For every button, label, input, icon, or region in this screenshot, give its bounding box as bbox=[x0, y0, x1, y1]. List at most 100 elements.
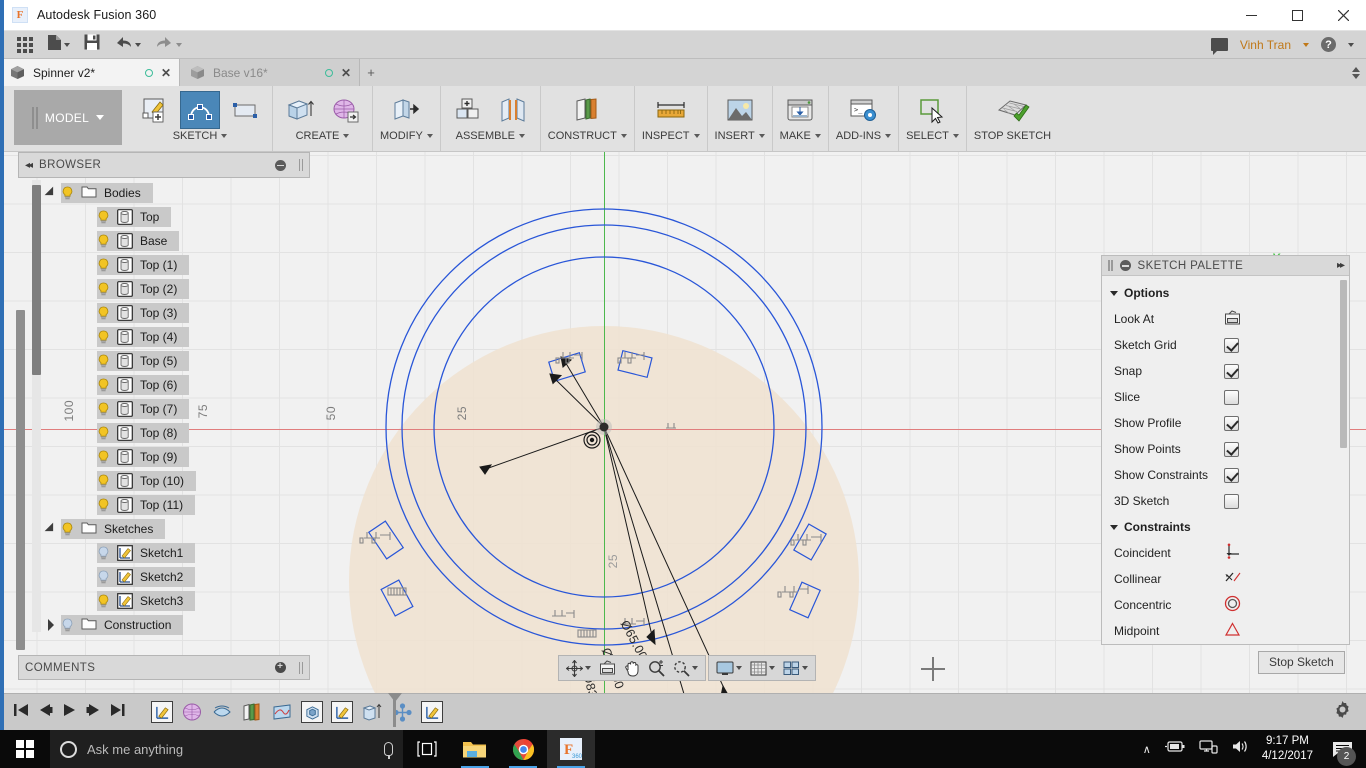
lightbulb-off-icon[interactable] bbox=[97, 570, 110, 585]
chrome-icon[interactable] bbox=[499, 730, 547, 768]
press-pull-icon[interactable] bbox=[386, 91, 426, 129]
lightbulb-on-icon[interactable] bbox=[61, 522, 74, 537]
browser-node-top-5[interactable]: Top (5) bbox=[90, 350, 190, 372]
gear-icon[interactable] bbox=[1333, 700, 1352, 724]
sketch-feature-icon-3[interactable] bbox=[421, 701, 443, 723]
browser-node-row[interactable]: Top bbox=[97, 207, 172, 227]
checkbox-checked[interactable] bbox=[1224, 337, 1239, 353]
ribbon-group-label[interactable]: ADD-INS bbox=[836, 130, 892, 142]
extrude-feature-icon[interactable] bbox=[361, 701, 383, 723]
midpoint-icon[interactable] bbox=[1224, 621, 1241, 641]
microphone-icon[interactable] bbox=[384, 742, 393, 759]
browser-node-row[interactable]: Top (6) bbox=[97, 375, 190, 395]
lightbulb-on-icon[interactable] bbox=[97, 378, 110, 393]
viewports-icon[interactable] bbox=[779, 657, 812, 679]
palette-row-show-points[interactable]: Show Points bbox=[1102, 436, 1349, 462]
chevron-down-icon[interactable] bbox=[585, 666, 591, 670]
zoom-icon[interactable] bbox=[644, 657, 669, 679]
file-explorer-icon[interactable] bbox=[451, 730, 499, 768]
lightbulb-on-icon[interactable] bbox=[97, 258, 110, 273]
close-button[interactable] bbox=[1320, 0, 1366, 31]
chevron-down-icon[interactable] bbox=[692, 666, 698, 670]
browser-node-row[interactable]: Bodies bbox=[61, 183, 153, 203]
browser-node-row[interactable]: Top (10) bbox=[97, 471, 197, 491]
orbit-icon[interactable] bbox=[562, 657, 595, 679]
lightbulb-on-icon[interactable] bbox=[97, 354, 110, 369]
create-sketch-icon[interactable] bbox=[135, 91, 175, 129]
ribbon-group-label[interactable]: SKETCH bbox=[173, 130, 228, 142]
play-icon[interactable] bbox=[62, 703, 77, 722]
minimize-icon[interactable] bbox=[274, 159, 286, 171]
browser-node-top-7[interactable]: Top (7) bbox=[90, 398, 190, 420]
minimize-icon[interactable] bbox=[1119, 260, 1131, 271]
step-forward-icon[interactable] bbox=[86, 703, 101, 722]
expand-right-icon[interactable]: ▸▸ bbox=[1337, 260, 1345, 271]
3d-print-icon[interactable] bbox=[780, 91, 820, 129]
shell-feature-icon[interactable] bbox=[301, 701, 323, 723]
chevron-down-icon[interactable] bbox=[802, 666, 808, 670]
browser-node-row[interactable]: Top (8) bbox=[97, 423, 190, 443]
lightbulb-off-icon[interactable] bbox=[97, 546, 110, 561]
coincident-icon[interactable] bbox=[1224, 543, 1241, 563]
palette-scrollbar-thumb[interactable] bbox=[1340, 280, 1347, 448]
collapse-left-icon[interactable]: ◂◂ bbox=[25, 160, 33, 171]
save-button[interactable] bbox=[79, 33, 105, 57]
show-hidden-icons[interactable]: ∧ bbox=[1143, 743, 1151, 756]
lightbulb-on-icon[interactable] bbox=[97, 330, 110, 345]
stop-sketch-button[interactable]: Stop Sketch bbox=[1258, 651, 1345, 674]
lightbulb-on-icon[interactable] bbox=[97, 594, 110, 609]
checkbox-checked[interactable] bbox=[1224, 467, 1239, 483]
fit-icon[interactable] bbox=[669, 657, 702, 679]
browser-node-sketches[interactable]: Sketches bbox=[44, 518, 166, 540]
checkbox-checked[interactable] bbox=[1224, 415, 1239, 431]
tab-base-v16[interactable]: Base v16* ✕ bbox=[180, 59, 360, 86]
volume-icon[interactable] bbox=[1231, 739, 1249, 759]
minimize-button[interactable] bbox=[1228, 0, 1274, 31]
browser-node-sketch2[interactable]: Sketch2 bbox=[90, 566, 196, 588]
pan-icon[interactable] bbox=[620, 657, 644, 679]
browser-node-row[interactable]: Sketch3 bbox=[97, 591, 196, 611]
comments-panel-header[interactable]: COMMENTS + bbox=[18, 655, 310, 680]
sketch-feature-icon-2[interactable] bbox=[331, 701, 353, 723]
rectangle-icon[interactable] bbox=[225, 91, 265, 129]
revolve-feature-icon[interactable] bbox=[211, 701, 233, 723]
action-center-icon[interactable]: 2 bbox=[1326, 730, 1358, 768]
look-at-icon[interactable] bbox=[1224, 309, 1241, 329]
drag-handle-icon[interactable] bbox=[1108, 260, 1113, 271]
lightbulb-on-icon[interactable] bbox=[97, 450, 110, 465]
add-comment-icon[interactable]: + bbox=[274, 662, 286, 673]
twisty-open-icon[interactable] bbox=[44, 186, 58, 200]
chevron-down-icon[interactable] bbox=[769, 666, 775, 670]
palette-row-snap[interactable]: Snap bbox=[1102, 358, 1349, 384]
browser-node-row[interactable]: Construction bbox=[61, 615, 184, 635]
ribbon-group-label[interactable]: CREATE bbox=[296, 130, 350, 142]
extrude-icon[interactable] bbox=[280, 91, 320, 129]
ribbon-group-stop-sketch[interactable]: STOP SKETCH bbox=[967, 86, 1058, 151]
lightbulb-on-icon[interactable] bbox=[61, 186, 74, 201]
browser-node-row[interactable]: Top (7) bbox=[97, 399, 190, 419]
palette-row-coincident[interactable]: Coincident bbox=[1102, 540, 1349, 566]
start-button[interactable] bbox=[0, 730, 50, 768]
browser-node-row[interactable]: Sketch2 bbox=[97, 567, 196, 587]
palette-row-slice[interactable]: Slice bbox=[1102, 384, 1349, 410]
chevron-down-icon[interactable] bbox=[1303, 42, 1309, 47]
lightbulb-on-icon[interactable] bbox=[97, 498, 110, 513]
grid-snaps-icon[interactable] bbox=[746, 657, 779, 679]
lightbulb-on-icon[interactable] bbox=[97, 474, 110, 489]
display-settings-icon[interactable] bbox=[712, 657, 746, 679]
browser-node-base[interactable]: Base bbox=[90, 230, 180, 252]
close-icon[interactable]: ✕ bbox=[161, 67, 171, 79]
chevron-down-icon[interactable] bbox=[1352, 73, 1360, 79]
browser-node-top-6[interactable]: Top (6) bbox=[90, 374, 190, 396]
browser-node-top-3[interactable]: Top (3) bbox=[90, 302, 190, 324]
go-to-beginning-icon[interactable] bbox=[14, 703, 29, 722]
browser-node-construction[interactable]: Construction bbox=[48, 614, 184, 636]
undo-button[interactable] bbox=[109, 33, 146, 57]
browser-node-row[interactable]: Sketches bbox=[61, 519, 166, 539]
checkbox-unchecked[interactable] bbox=[1224, 389, 1239, 405]
browser-node-bodies[interactable]: Bodies bbox=[44, 182, 153, 204]
lightbulb-on-icon[interactable] bbox=[97, 234, 110, 249]
tabbar-scroll-arrows[interactable] bbox=[1352, 59, 1366, 86]
checkbox-checked[interactable] bbox=[1224, 441, 1239, 457]
offset-plane-feature-icon[interactable] bbox=[241, 701, 263, 723]
